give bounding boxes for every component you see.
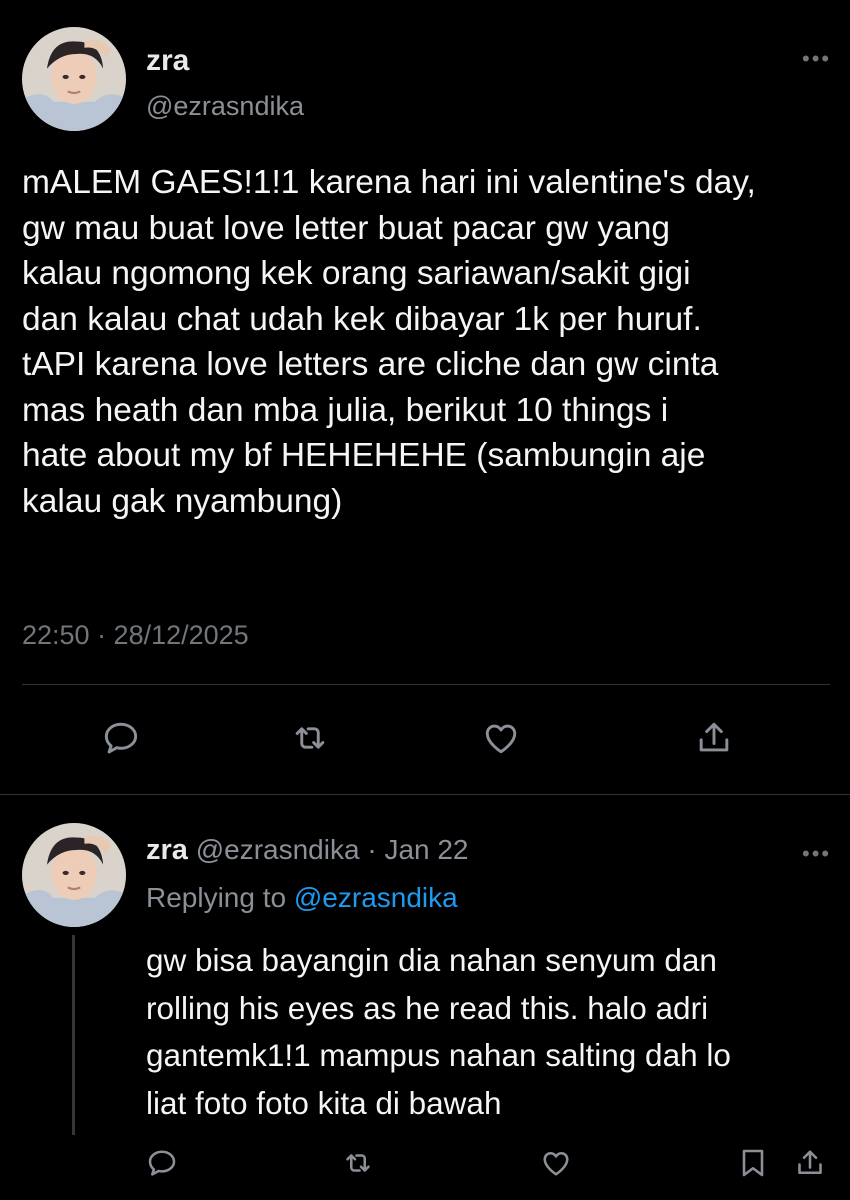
avatar-photo [22,823,126,927]
author-name[interactable]: zra [146,44,189,78]
share-button[interactable] [784,1137,836,1189]
like-button[interactable] [530,1137,582,1189]
reply-icon [148,1150,176,1176]
more-options-button[interactable]: ••• [802,48,831,71]
thread-line [72,935,75,1135]
retweet-button[interactable] [284,712,336,764]
more-horizontal-icon: ••• [802,46,832,71]
retweet-button[interactable] [332,1137,384,1189]
main-tweet[interactable]: zra @ezrasndika ••• mALEM GAES!1!1 karen… [0,0,850,795]
retweet-icon [346,1154,370,1172]
like-button[interactable] [475,712,527,764]
share-icon [798,1150,822,1175]
author-name[interactable]: zra [146,834,188,866]
like-icon [543,1151,569,1176]
divider [22,684,830,685]
reply-icon [104,722,138,754]
like-icon [485,724,517,754]
reply-action-bar [0,1137,850,1193]
reply-tweet[interactable]: zra @ezrasndika · Jan 22 ••• Replying to… [0,795,850,1200]
reply-date[interactable]: Jan 22 [384,834,468,865]
author-handle[interactable]: @ezrasndika [146,91,304,122]
avatar[interactable] [22,27,126,131]
avatar-photo [22,27,126,131]
reply-button[interactable] [136,1137,188,1189]
tweet-text: mALEM GAES!1!1 karena hari ini valentine… [22,164,756,520]
tweet-action-bar [0,712,850,768]
separator-dot: · [367,834,377,865]
replying-to: Replying to @ezrasndika [146,882,458,914]
share-button[interactable] [688,712,740,764]
reply-text: gw bisa bayangin dia nahan senyum dan ro… [146,942,731,1121]
tweet-thread: zra @ezrasndika ••• mALEM GAES!1!1 karen… [0,0,850,1200]
avatar[interactable] [22,823,126,927]
bookmark-icon [742,1149,764,1177]
share-icon [699,722,729,752]
more-options-button[interactable]: ••• [802,843,831,866]
retweet-icon [295,727,325,749]
reply-header: zra @ezrasndika · Jan 22 [146,834,469,867]
author-handle[interactable]: @ezrasndika [196,834,360,865]
replying-to-link[interactable]: @ezrasndika [294,882,458,913]
reply-button[interactable] [95,712,147,764]
bookmark-button[interactable] [727,1137,779,1189]
tweet-timestamp[interactable]: 22:50 · 28/12/2025 [22,620,249,651]
more-horizontal-icon: ••• [802,841,832,866]
replying-to-label: Replying to [146,882,287,913]
